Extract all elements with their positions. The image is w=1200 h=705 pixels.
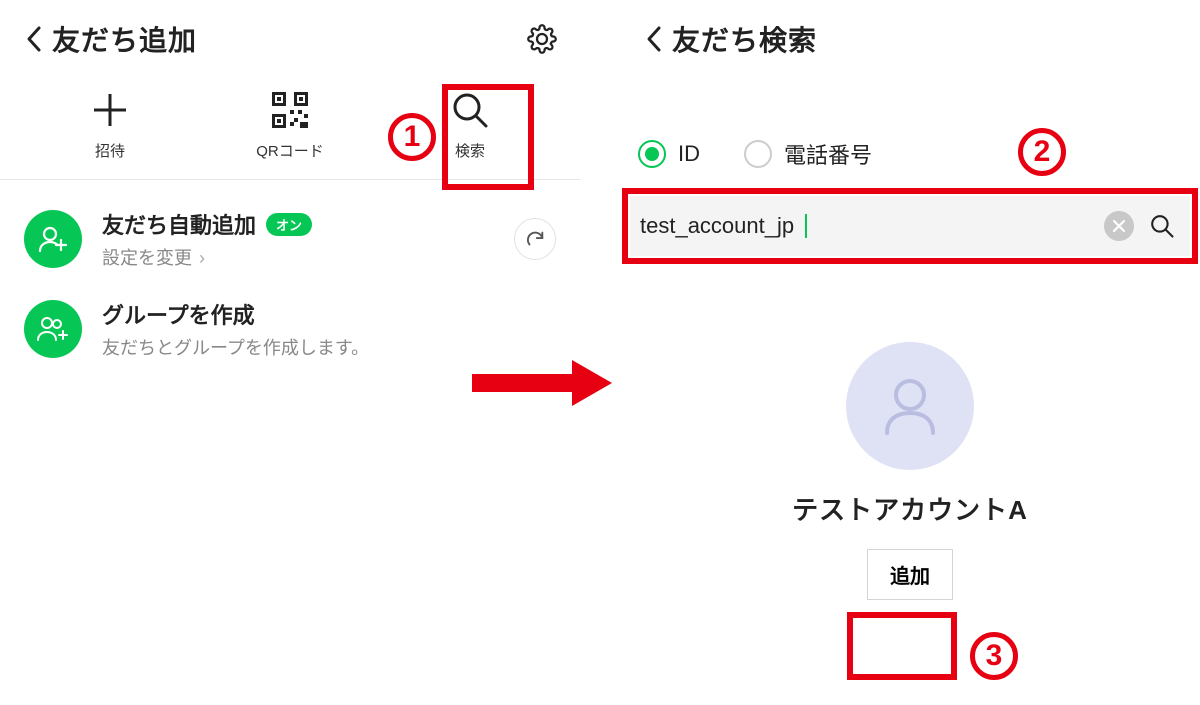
header-right: 友だち検索	[620, 0, 1200, 78]
search-field[interactable]: test_account_jp	[630, 196, 1190, 256]
search-type-radios: ID 電話番号	[620, 78, 1200, 188]
auto-add-title: 友だち自動追加	[102, 208, 256, 240]
radio-phone-label: 電話番号	[784, 138, 872, 170]
arrow-right-icon	[472, 360, 612, 406]
flow-arrow	[472, 360, 612, 406]
auto-add-icon-bg	[24, 210, 82, 268]
group-icon-bg	[24, 300, 82, 358]
search-text: test_account_jp	[640, 213, 794, 239]
person-icon	[875, 371, 945, 441]
radio-id-label: ID	[678, 141, 700, 167]
radio-id[interactable]: ID	[638, 140, 700, 168]
radio-dot-off	[744, 140, 772, 168]
chevron-right-icon: ›	[194, 248, 205, 268]
add-friend-button[interactable]: 追加	[867, 549, 953, 600]
gear-icon	[527, 24, 557, 54]
invite-label: 招待	[95, 140, 125, 161]
screen-search-friends: 友だち検索 ID 電話番号 test_account_jp	[620, 0, 1200, 705]
person-add-icon	[37, 223, 69, 255]
group-subtitle: 友だちとグループを作成します。	[102, 334, 556, 360]
qr-cell[interactable]: QRコード	[200, 86, 380, 161]
friend-options-list: 友だち自動追加 オン 設定を変更 ›	[0, 180, 580, 388]
row-auto-add[interactable]: 友だち自動追加 オン 設定を変更 ›	[0, 194, 580, 284]
qr-label: QRコード	[256, 140, 324, 161]
result-avatar	[846, 342, 974, 470]
auto-add-subtitle: 設定を変更	[102, 248, 192, 268]
search-cell[interactable]: 検索	[380, 86, 560, 161]
chevron-left-icon	[25, 24, 45, 54]
refresh-icon	[524, 228, 546, 250]
group-title: グループを作成	[102, 298, 255, 330]
auto-add-badge: オン	[266, 213, 312, 236]
close-icon	[1112, 219, 1126, 233]
add-method-row: 招待 QRコード 検索	[0, 78, 580, 179]
plus-icon	[90, 90, 130, 130]
text-caret	[805, 214, 807, 238]
search-icon	[450, 90, 490, 130]
group-add-icon	[36, 313, 70, 345]
qr-icon	[272, 92, 308, 128]
page-title-right: 友だち検索	[672, 19, 1182, 59]
result-name: テストアカウントA	[792, 490, 1028, 527]
radio-dot-on	[638, 140, 666, 168]
invite-cell[interactable]: 招待	[20, 86, 200, 161]
chevron-left-icon	[645, 24, 665, 54]
refresh-button[interactable]	[514, 218, 556, 260]
page-title-left: 友だち追加	[52, 19, 522, 59]
screen-add-friends: 友だち追加 招待	[0, 0, 580, 705]
search-icon	[1148, 212, 1176, 240]
search-result: テストアカウントA 追加	[620, 342, 1200, 600]
settings-button[interactable]	[522, 24, 562, 54]
back-button[interactable]	[18, 24, 52, 54]
header-left: 友だち追加	[0, 0, 580, 78]
search-field-wrap: test_account_jp	[630, 196, 1190, 256]
search-label: 検索	[455, 140, 485, 161]
radio-phone[interactable]: 電話番号	[744, 138, 872, 170]
back-button-right[interactable]	[638, 24, 672, 54]
search-submit[interactable]	[1144, 212, 1180, 240]
clear-button[interactable]	[1104, 211, 1134, 241]
